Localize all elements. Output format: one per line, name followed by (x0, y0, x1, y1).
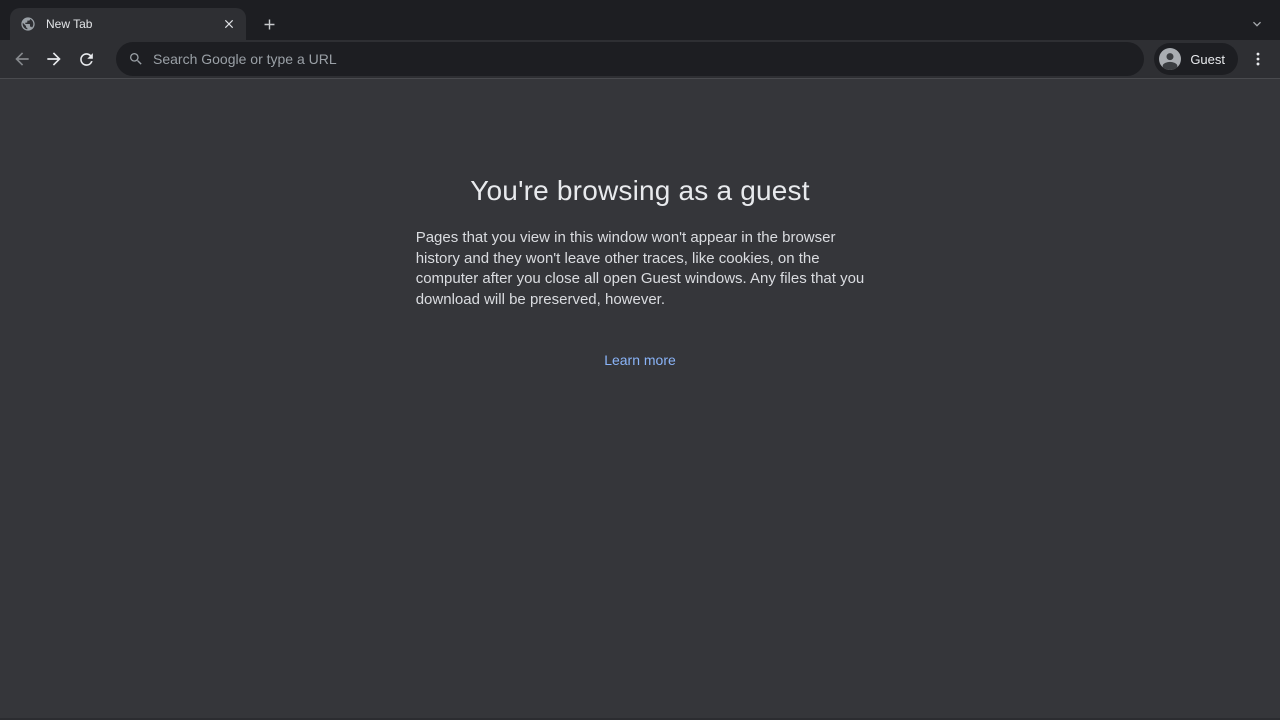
new-tab-button[interactable] (257, 12, 281, 36)
guest-description-line: download will be preserved, however. (416, 290, 865, 311)
page-title: You're browsing as a guest (0, 175, 1280, 207)
tab-strip: New Tab (0, 0, 1280, 40)
profile-button[interactable]: Guest (1154, 43, 1238, 75)
tab-new-tab[interactable]: New Tab (10, 8, 246, 40)
globe-favicon-icon (20, 16, 36, 32)
menu-dots-icon[interactable] (1244, 45, 1272, 73)
tab-list-chevron-down-icon[interactable] (1245, 12, 1269, 36)
guest-ntp-page: You're browsing as a guest Pages that yo… (0, 79, 1280, 720)
address-bar[interactable] (116, 42, 1144, 76)
tab-close-icon[interactable] (220, 15, 238, 33)
guest-description-line: history and they won't leave other trace… (416, 249, 865, 270)
url-input[interactable] (153, 51, 1130, 67)
profile-label: Guest (1190, 52, 1225, 67)
reload-button[interactable] (72, 45, 100, 73)
search-icon (128, 51, 144, 67)
guest-avatar-icon (1159, 48, 1181, 70)
browser-window: New Tab (0, 0, 1280, 720)
learn-more-link[interactable]: Learn more (604, 352, 676, 368)
guest-description-line: computer after you close all open Guest … (416, 269, 865, 290)
back-button[interactable] (8, 45, 36, 73)
guest-description: Pages that you view in this window won't… (416, 228, 865, 310)
tab-title: New Tab (46, 17, 210, 31)
forward-button[interactable] (40, 45, 68, 73)
toolbar: Guest (0, 40, 1280, 79)
guest-description-line: Pages that you view in this window won't… (416, 228, 865, 249)
